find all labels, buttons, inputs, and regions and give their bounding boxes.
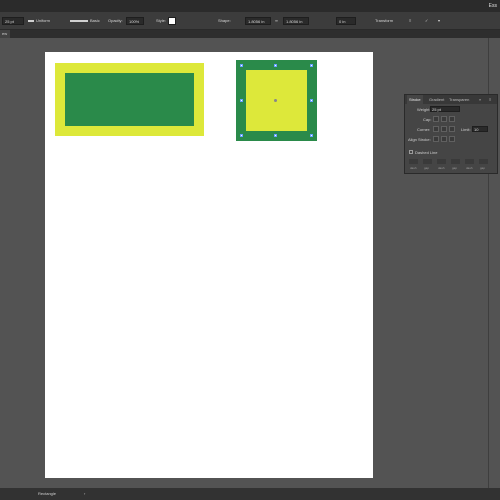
panel-tab-bar: Stroke Gradient Transparen » ≡ <box>405 95 497 104</box>
tab-stroke[interactable]: Stroke <box>407 95 423 104</box>
miter-join-icon[interactable] <box>433 126 439 132</box>
document-tab-bar: ew <box>0 30 500 38</box>
application-bar: Ess <box>0 0 500 12</box>
shape-label: Shape: <box>218 18 231 23</box>
stroke-panel: Stroke Gradient Transparen » ≡ Weight: 2… <box>404 94 498 174</box>
panel-menu-icon[interactable]: ≡ <box>489 95 491 104</box>
gap-field-3[interactable] <box>479 159 488 164</box>
status-bar: Rectangle › <box>0 488 500 500</box>
angle-value: 0 in <box>339 19 346 24</box>
options-icon[interactable]: ▾ <box>438 17 440 25</box>
tab-gradient[interactable]: Gradient <box>429 95 444 104</box>
selection-handle-bottom[interactable] <box>274 134 277 137</box>
weight-field[interactable]: 25 pt <box>430 106 460 112</box>
selection-handle-top-right[interactable] <box>310 64 313 67</box>
gap-label-3: gap <box>480 166 486 170</box>
angle-field[interactable]: 0 in <box>336 17 356 25</box>
status-menu-icon[interactable]: › <box>84 491 85 496</box>
align-icon[interactable]: ≡ <box>409 17 411 25</box>
dash-field-3[interactable] <box>465 159 474 164</box>
round-join-icon[interactable] <box>441 126 447 132</box>
selection-center-point <box>274 99 277 102</box>
weight-label: Weight: <box>417 107 431 112</box>
selection-handle-top-left[interactable] <box>240 64 243 67</box>
butt-cap-icon[interactable] <box>433 116 439 122</box>
document-tab[interactable]: ew <box>0 30 10 38</box>
control-bar: 25 pt Uniform Basic Opacity: 100% Style:… <box>0 12 500 30</box>
stroke-style-label[interactable]: Uniform <box>36 17 50 25</box>
style-label: Style: <box>156 18 167 23</box>
align-outside-icon[interactable] <box>449 136 455 142</box>
limit-label: Limit: <box>461 127 471 132</box>
puppet-warp-icon[interactable]: ✓ <box>425 17 428 25</box>
round-cap-icon[interactable] <box>441 116 447 122</box>
selection-handle-bottom-left[interactable] <box>240 134 243 137</box>
brush-label[interactable]: Basic <box>90 17 100 25</box>
opacity-label: Opacity: <box>108 18 123 23</box>
limit-field[interactable]: 10 <box>472 126 488 132</box>
align-inside-icon[interactable] <box>441 136 447 142</box>
tab-transparency[interactable]: Transparen <box>449 95 469 104</box>
selection-handle-left[interactable] <box>240 99 243 102</box>
current-tool-label[interactable]: Rectangle <box>38 491 56 496</box>
gap-label-2: gap <box>452 166 458 170</box>
stroke-profile-preview <box>28 20 34 22</box>
gap-label-1: gap <box>424 166 430 170</box>
selection-handle-top[interactable] <box>274 64 277 67</box>
graphic-style-swatch[interactable] <box>168 17 176 25</box>
height-field[interactable]: 1.8056 in <box>283 17 309 25</box>
bevel-join-icon[interactable] <box>449 126 455 132</box>
width-value: 1.8056 in <box>248 19 265 24</box>
dash-field-1[interactable] <box>409 159 418 164</box>
limit-value: 10 <box>474 127 479 132</box>
width-field[interactable]: 1.8056 in <box>245 17 271 25</box>
align-center-icon[interactable] <box>433 136 439 142</box>
dashed-line-label: Dashed Line <box>415 150 438 155</box>
projecting-cap-icon[interactable] <box>449 116 455 122</box>
selection-handle-right[interactable] <box>310 99 313 102</box>
dash-label-3: dash <box>466 166 473 170</box>
brush-preview <box>70 20 88 22</box>
workspace-label[interactable]: Ess <box>489 3 497 9</box>
weight-value: 25 pt <box>432 107 441 112</box>
cap-label: Cap: <box>423 117 432 122</box>
dash-label-1: dash <box>410 166 417 170</box>
transform-link[interactable]: Transform <box>375 17 393 25</box>
panel-collapse-icon[interactable]: » <box>479 95 481 104</box>
height-value: 1.8056 in <box>286 19 303 24</box>
stroke-weight-field[interactable]: 25 pt <box>2 17 24 25</box>
align-stroke-label: Align Stroke: <box>408 137 431 142</box>
gap-field-2[interactable] <box>451 159 460 164</box>
opacity-value: 100% <box>129 19 140 24</box>
dash-field-2[interactable] <box>437 159 446 164</box>
stroke-weight-value: 25 pt <box>5 19 14 24</box>
dashed-line-checkbox[interactable] <box>409 150 413 154</box>
dash-label-2: dash <box>438 166 445 170</box>
corner-label: Corner: <box>417 127 431 132</box>
opacity-field[interactable]: 100% <box>126 17 144 25</box>
gap-field-1[interactable] <box>423 159 432 164</box>
rectangle-fill[interactable] <box>65 73 194 126</box>
link-icon[interactable]: ∞ <box>275 17 278 25</box>
selection-handle-bottom-right[interactable] <box>310 134 313 137</box>
